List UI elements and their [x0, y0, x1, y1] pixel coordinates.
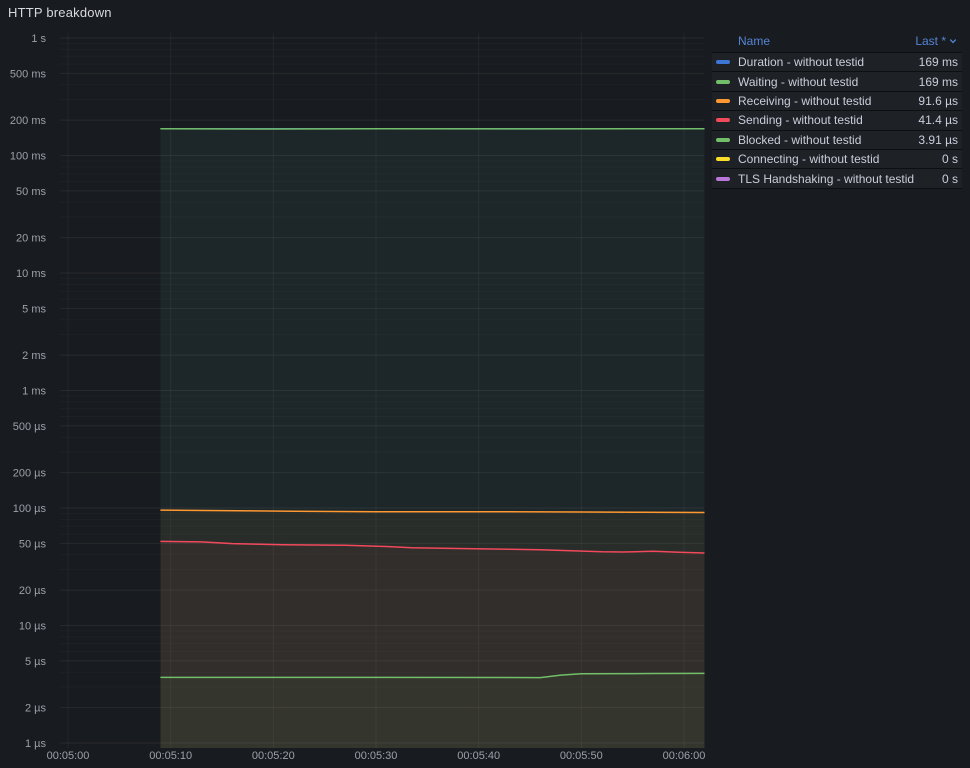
series-name: Sending - without testid: [738, 113, 910, 127]
series-color-swatch[interactable]: [716, 118, 730, 122]
x-tick-label: 00:06:00: [663, 750, 706, 762]
series-last-value: 3.91 µs: [918, 133, 958, 147]
y-tick-label: 10 ms: [16, 268, 46, 280]
x-tick-label: 00:05:10: [149, 750, 192, 762]
series-last-value: 169 ms: [919, 55, 958, 69]
y-tick-label: 1 ms: [22, 386, 46, 398]
y-tick-label: 5 ms: [22, 303, 46, 315]
legend-row[interactable]: TLS Handshaking - without testid 0 s: [712, 168, 962, 188]
y-tick-label: 100 ms: [10, 151, 47, 163]
legend-row[interactable]: Receiving - without testid 91.6 µs: [712, 91, 962, 110]
y-tick-label: 500 ms: [10, 68, 47, 80]
series-blocked: [160, 673, 704, 748]
y-axis-labels: 1 s 500 ms 200 ms 100 ms 50 ms 20 ms 10 ms 5 ms…: [10, 33, 47, 750]
chevron-down-icon: [948, 36, 958, 46]
y-tick-label: 2 µs: [25, 703, 47, 715]
series-name: Connecting - without testid: [738, 152, 934, 166]
y-tick-label: 50 ms: [16, 186, 46, 198]
series-color-swatch[interactable]: [716, 157, 730, 161]
y-tick-label: 10 µs: [19, 621, 47, 633]
series-last-value: 41.4 µs: [918, 113, 958, 127]
y-tick-label: 200 ms: [10, 115, 47, 127]
y-tick-label: 5 µs: [25, 656, 47, 668]
y-tick-label: 1 s: [31, 33, 46, 45]
x-tick-label: 00:05:50: [560, 750, 603, 762]
y-tick-label: 20 µs: [19, 585, 47, 597]
legend-header: Name Last *: [712, 32, 962, 52]
legend-sort-last[interactable]: Last *: [915, 34, 958, 48]
legend-rows: Duration - without testid169 msWaiting -…: [712, 52, 962, 189]
x-axis-labels: 00:05:00 00:05:10 00:05:20 00:05:30 00:05:40…: [47, 750, 706, 762]
y-tick-label: 2 ms: [22, 350, 46, 362]
series-color-swatch[interactable]: [716, 60, 730, 64]
series-name: Duration - without testid: [738, 55, 911, 69]
series-name: Waiting - without testid: [738, 75, 911, 89]
y-tick-label: 1 µs: [25, 738, 47, 750]
x-tick-label: 00:05:00: [47, 750, 90, 762]
legend-row[interactable]: Sending - without testid 41.4 µs: [712, 110, 962, 129]
legend-sort-name[interactable]: Name: [738, 34, 770, 48]
y-tick-label: 100 µs: [13, 503, 47, 515]
y-tick-label: 200 µs: [13, 468, 47, 480]
legend-row[interactable]: Duration - without testid 169 ms: [712, 52, 962, 71]
series-last-value: 0 s: [942, 152, 958, 166]
series-color-swatch[interactable]: [716, 80, 730, 84]
series-name: TLS Handshaking - without testid: [738, 172, 934, 186]
series-last-value: 169 ms: [919, 75, 958, 89]
y-tick-label: 50 µs: [19, 538, 47, 550]
legend-row[interactable]: Blocked - without testid 3.91 µs: [712, 130, 962, 149]
x-tick-label: 00:05:40: [457, 750, 500, 762]
series-name: Blocked - without testid: [738, 133, 910, 147]
x-tick-label: 00:05:20: [252, 750, 295, 762]
y-tick-label: 500 µs: [13, 421, 47, 433]
legend-sort-last-label: Last *: [915, 34, 946, 48]
legend-row[interactable]: Connecting - without testid 0 s: [712, 149, 962, 168]
series-color-swatch[interactable]: [716, 177, 730, 181]
series-name: Receiving - without testid: [738, 94, 910, 108]
series-color-swatch[interactable]: [716, 99, 730, 103]
series-color-swatch[interactable]: [716, 138, 730, 142]
x-tick-label: 00:05:30: [355, 750, 398, 762]
legend-row[interactable]: Waiting - without testid 169 ms: [712, 71, 962, 90]
y-tick-label: 20 ms: [16, 233, 46, 245]
series-last-value: 0 s: [942, 172, 958, 186]
legend-table: Name Last * Duration - without testid 169…: [712, 32, 962, 189]
series-last-value: 91.6 µs: [918, 94, 958, 108]
